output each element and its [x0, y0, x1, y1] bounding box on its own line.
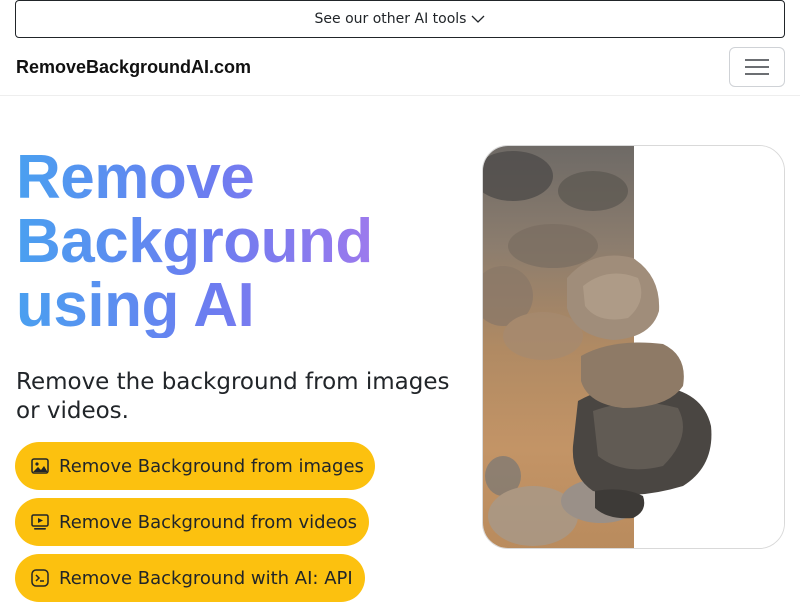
- button-label: Remove Background from images: [59, 455, 364, 477]
- banner-label: See our other AI tools: [314, 11, 467, 27]
- hero-title-line: Background: [16, 207, 373, 276]
- hero-title-line: using AI: [16, 271, 255, 340]
- menu-toggle-button[interactable]: [729, 47, 785, 87]
- hero-title-line: Remove: [16, 143, 255, 212]
- hero-subtitle: Remove the background from images or vid…: [16, 369, 450, 424]
- navbar: RemoveBackgroundAI.com: [0, 38, 800, 96]
- remove-bg-videos-button[interactable]: Remove Background from videos: [15, 498, 369, 546]
- before-after-demo-image: [482, 145, 785, 549]
- other-tools-banner[interactable]: See our other AI tools: [15, 0, 785, 38]
- remove-bg-images-button[interactable]: Remove Background from images: [15, 442, 375, 490]
- hero-title: Remove Background using AI: [16, 146, 456, 338]
- image-icon: [31, 456, 49, 476]
- chevron-down-icon: [471, 14, 485, 24]
- button-label: Remove Background with AI: API: [59, 567, 353, 589]
- remove-bg-api-button[interactable]: Remove Background with AI: API: [15, 554, 365, 602]
- terminal-icon: [31, 568, 49, 588]
- button-label: Remove Background from videos: [59, 511, 358, 533]
- brand-logo[interactable]: RemoveBackgroundAI.com: [16, 57, 251, 78]
- video-icon: [31, 512, 49, 532]
- hamburger-icon: [745, 59, 769, 75]
